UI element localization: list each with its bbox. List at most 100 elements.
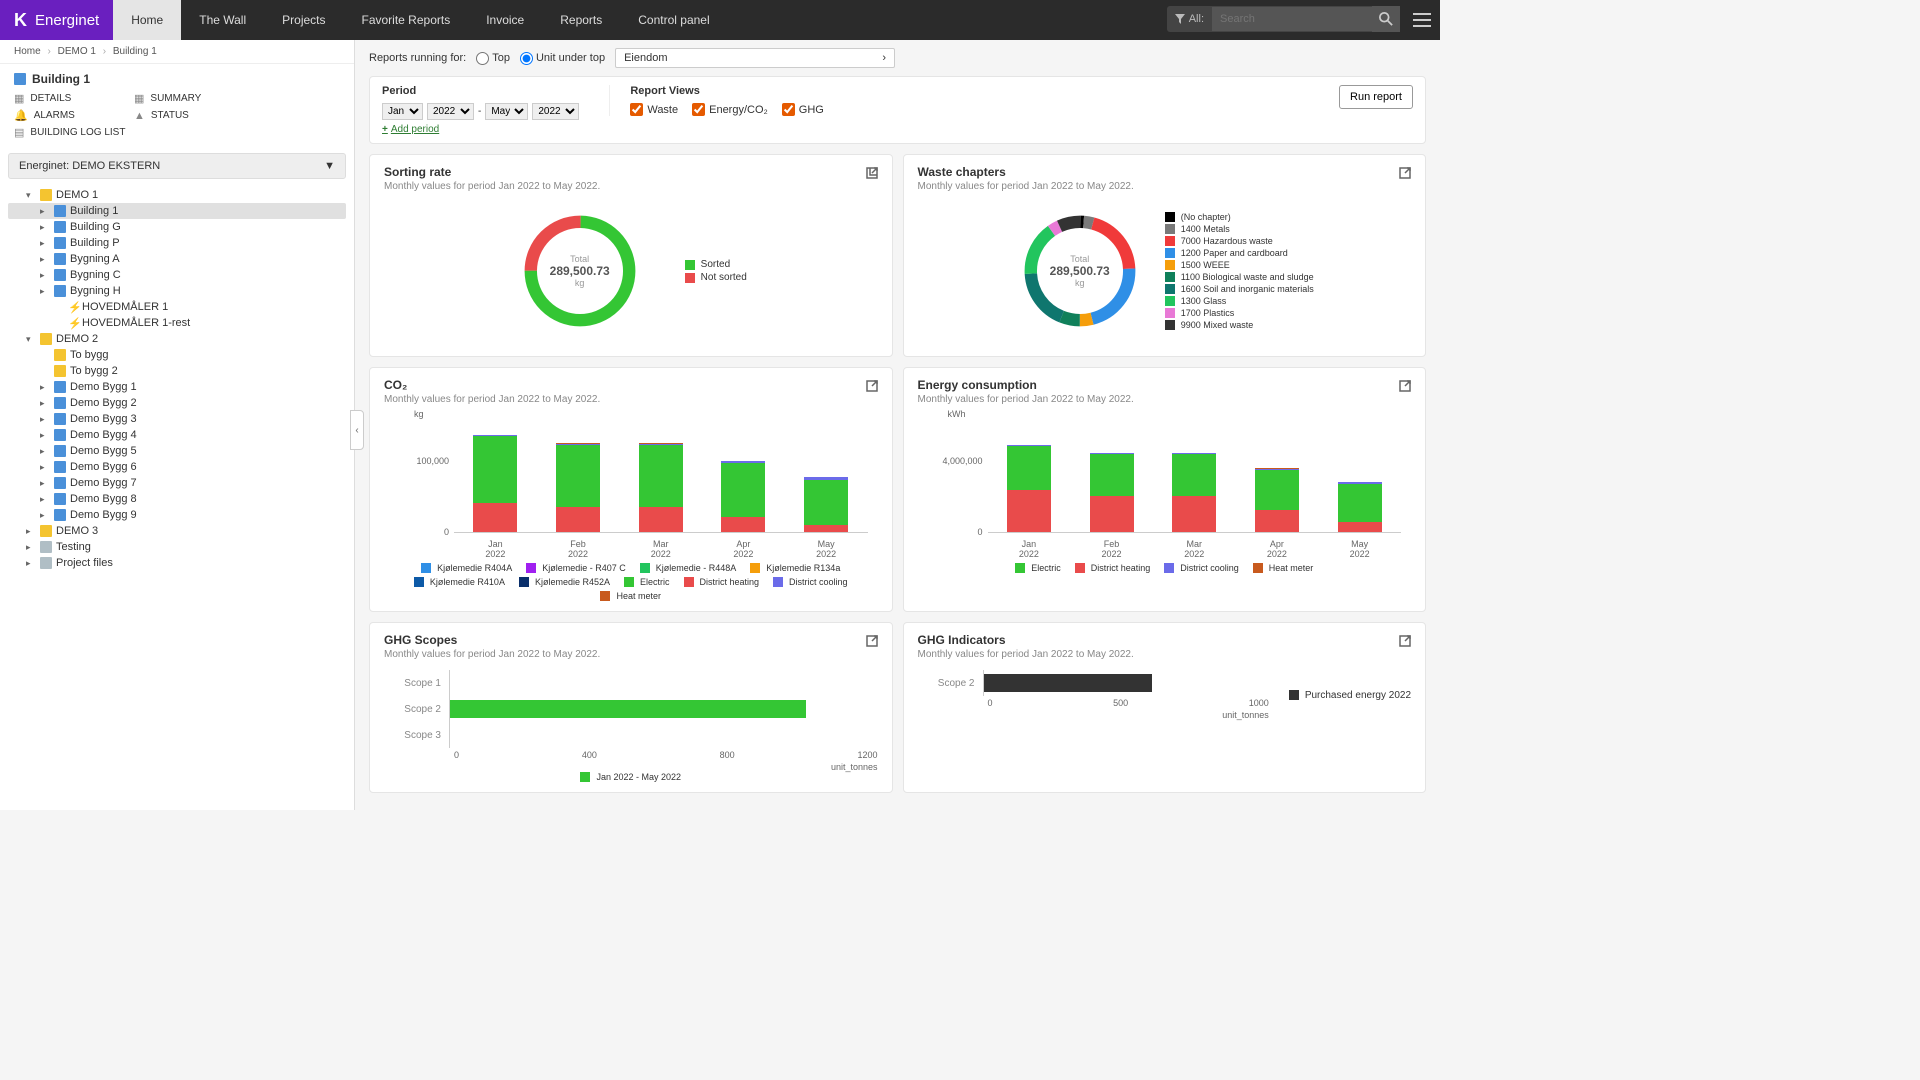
waste-donut: Total 289,500.73 kg [1015, 206, 1145, 336]
nav-invoice[interactable]: Invoice [468, 0, 542, 40]
tree-node-to-bygg-2[interactable]: To bygg 2 [8, 363, 346, 379]
build-icon [54, 237, 66, 249]
tree-node-demo-bygg-9[interactable]: ▸Demo Bygg 9 [8, 507, 346, 523]
tree-node-hovedmåler-1-rest[interactable]: ⚡HOVEDMÅLER 1-rest [8, 315, 346, 331]
folder-icon [54, 365, 66, 377]
open-icon[interactable] [864, 378, 880, 394]
hbar-row: Scope 1 [454, 670, 878, 696]
nav-favorite-reports[interactable]: Favorite Reports [344, 0, 469, 40]
legend-item: 1600 Soil and inorganic materials [1165, 284, 1314, 294]
building-link-status[interactable]: ▲STATUS [134, 109, 234, 122]
search-input[interactable] [1212, 7, 1372, 31]
legend-item: Kjølemedie - R407 C [526, 563, 626, 573]
period-month-from[interactable]: Jan [382, 103, 423, 120]
tree-node-building-g[interactable]: ▸Building G [8, 219, 346, 235]
folder-icon [40, 189, 52, 201]
crumb-building1[interactable]: Building 1 [113, 46, 157, 57]
bar-stack [639, 443, 683, 532]
search-scope[interactable]: All: [1167, 13, 1212, 25]
bar-stack [556, 443, 600, 532]
tree-header[interactable]: Energinet: DEMO EKSTERN ▼ [8, 153, 346, 179]
run-report-button[interactable]: Run report [1339, 85, 1413, 109]
open-icon[interactable] [864, 165, 880, 181]
legend-item: Kjølemedie R134a [750, 563, 840, 573]
bar-stack [1338, 482, 1382, 532]
open-icon[interactable] [1397, 378, 1413, 394]
unit-selector[interactable]: Eiendom › [615, 48, 895, 68]
legend-item: 9900 Mixed waste [1165, 320, 1314, 330]
legend-item: Kjølemedie - R448A [640, 563, 737, 573]
build-icon [54, 477, 66, 489]
nav-tree: ▾DEMO 1▸Building 1▸Building G▸Building P… [0, 183, 354, 810]
brand[interactable]: K Energinet [0, 0, 113, 40]
crumb-demo1[interactable]: DEMO 1 [58, 46, 96, 57]
period-month-to[interactable]: May [485, 103, 528, 120]
open-icon[interactable] [864, 633, 880, 649]
view-energyco[interactable]: Energy/CO₂ [692, 103, 768, 116]
crumb-home[interactable]: Home [14, 46, 41, 57]
tree-node-hovedmåler-1[interactable]: ⚡HOVEDMÅLER 1 [8, 299, 346, 315]
tree-node-demo-bygg-4[interactable]: ▸Demo Bygg 4 [8, 427, 346, 443]
link-icon: ▲ [134, 110, 145, 122]
bar-stack [1255, 468, 1299, 532]
building-link-details[interactable]: ▦DETAILS [14, 92, 114, 105]
legend-item: 1400 Metals [1165, 224, 1314, 234]
nav-reports[interactable]: Reports [542, 0, 620, 40]
add-period-link[interactable]: + Add period [382, 124, 579, 135]
tree-node-demo-bygg-8[interactable]: ▸Demo Bygg 8 [8, 491, 346, 507]
period-year-from[interactable]: 2022 [427, 103, 474, 120]
bar-stack [804, 477, 848, 532]
tree-node-demo-bygg-3[interactable]: ▸Demo Bygg 3 [8, 411, 346, 427]
tree-node-bygning-c[interactable]: ▸Bygning C [8, 267, 346, 283]
tree-node-demo-3[interactable]: ▸DEMO 3 [8, 523, 346, 539]
tree-node-demo-bygg-2[interactable]: ▸Demo Bygg 2 [8, 395, 346, 411]
tree-node-demo-bygg-1[interactable]: ▸Demo Bygg 1 [8, 379, 346, 395]
tree-node-to-bygg[interactable]: To bygg [8, 347, 346, 363]
tree-node-demo-1[interactable]: ▾DEMO 1 [8, 187, 346, 203]
build-icon [54, 253, 66, 265]
bar-stack [1090, 453, 1134, 532]
view-ghg[interactable]: GHG [782, 103, 824, 116]
nav-home[interactable]: Home [113, 0, 181, 40]
search-button[interactable] [1372, 6, 1400, 32]
bar-stack [721, 461, 765, 532]
tree-node-bygning-h[interactable]: ▸Bygning H [8, 283, 346, 299]
period-year-to[interactable]: 2022 [532, 103, 579, 120]
radio-top[interactable]: Top [476, 52, 510, 65]
open-icon[interactable] [1397, 633, 1413, 649]
tree-node-project-files[interactable]: ▸Project files [8, 555, 346, 571]
folder-icon [40, 333, 52, 345]
card-waste-chapters: Waste chapters Monthly values for period… [903, 154, 1427, 357]
hamburger-menu[interactable] [1404, 0, 1440, 40]
building-link-alarms[interactable]: 🔔ALARMS [14, 109, 114, 122]
folder-icon [40, 525, 52, 537]
bolt-icon: ⚡ [68, 317, 78, 329]
sidebar-collapse[interactable]: ‹ [350, 410, 364, 450]
link-icon: ▦ [14, 92, 24, 105]
tree-node-bygning-a[interactable]: ▸Bygning A [8, 251, 346, 267]
link-icon: 🔔 [14, 109, 28, 122]
tree-node-testing[interactable]: ▸Testing [8, 539, 346, 555]
tree-node-demo-bygg-5[interactable]: ▸Demo Bygg 5 [8, 443, 346, 459]
tree-node-demo-2[interactable]: ▾DEMO 2 [8, 331, 346, 347]
tree-node-building-p[interactable]: ▸Building P [8, 235, 346, 251]
brand-name: Energinet [35, 12, 99, 29]
open-icon[interactable] [1397, 165, 1413, 181]
tree-node-demo-bygg-7[interactable]: ▸Demo Bygg 7 [8, 475, 346, 491]
nav-control-panel[interactable]: Control panel [620, 0, 727, 40]
nav-the-wall[interactable]: The Wall [181, 0, 264, 40]
nav-projects[interactable]: Projects [264, 0, 343, 40]
tree-node-demo-bygg-6[interactable]: ▸Demo Bygg 6 [8, 459, 346, 475]
building-icon [14, 73, 26, 85]
link-icon: ▦ [134, 92, 144, 105]
bar-stack [1172, 453, 1216, 532]
build-icon [54, 509, 66, 521]
tree-node-building-1[interactable]: ▸Building 1 [8, 203, 346, 219]
building-link-building-log-list[interactable]: ▤BUILDING LOG LIST [14, 126, 125, 139]
building-link-summary[interactable]: ▦SUMMARY [134, 92, 234, 105]
legend-item: (No chapter) [1165, 212, 1314, 222]
legend-item: 7000 Hazardous waste [1165, 236, 1314, 246]
legend-item: 1200 Paper and cardboard [1165, 248, 1314, 258]
radio-unit-under-top[interactable]: Unit under top [520, 52, 605, 65]
view-waste[interactable]: Waste [630, 103, 678, 116]
